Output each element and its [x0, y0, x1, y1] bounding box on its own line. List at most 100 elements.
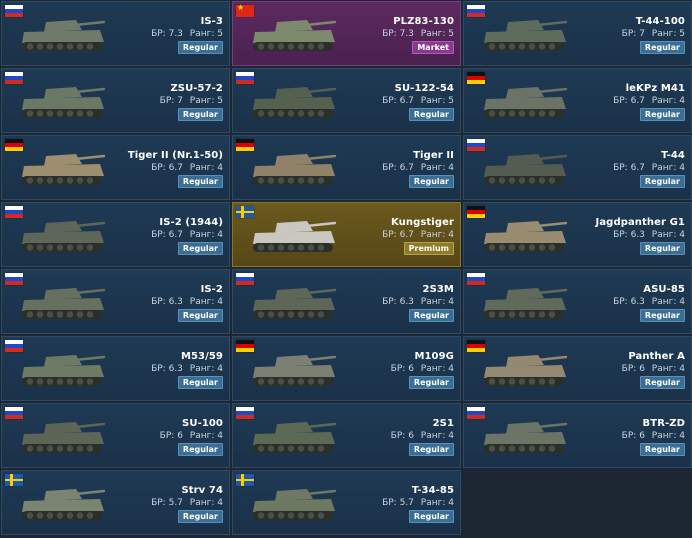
- vehicle-name: PLZ83-130: [393, 16, 454, 27]
- rank-value: 4: [448, 498, 454, 508]
- br-value: 6.7: [168, 163, 183, 173]
- vehicle-card-3[interactable]: ZSU-57-2 БР: 7 Ранг: 5 Regular: [1, 68, 230, 133]
- vehicle-card-4[interactable]: SU-122-54 БР: 6.7 Ранг: 5 Regular: [232, 68, 461, 133]
- vehicle-type-badge: Regular: [639, 108, 685, 121]
- br-label: БР:: [382, 297, 397, 307]
- tank-icon: [22, 489, 106, 520]
- rank-label: Ранг:: [651, 230, 677, 240]
- rank-label: Ранг:: [420, 431, 446, 441]
- vehicle-card-12[interactable]: IS-2 БР: 6.3 Ранг: 4 Regular: [1, 269, 230, 334]
- vehicle-name: Kungstiger: [390, 217, 454, 228]
- tank-icon: [22, 20, 106, 51]
- vehicle-card-10[interactable]: Kungstiger БР: 6.7 Ранг: 4 Premium: [232, 202, 461, 267]
- vehicle-name: T-44-100: [635, 16, 685, 27]
- vehicle-card-9[interactable]: IS-2 (1944) БР: 6.7 Ранг: 4 Regular: [1, 202, 230, 267]
- br-label: БР:: [151, 297, 166, 307]
- tank-icon: [484, 288, 568, 319]
- vehicle-type-badge: Regular: [177, 376, 223, 389]
- vehicle-card-5[interactable]: leKPz M41 БР: 6.7 Ранг: 4 Regular: [463, 68, 692, 133]
- vehicle-card-19[interactable]: 2S1 БР: 6 Ранг: 4 Regular: [232, 403, 461, 468]
- vehicle-name: Tiger II: [413, 150, 454, 161]
- vehicle-name: IS-2 (1944): [159, 217, 223, 228]
- rank-value: 4: [679, 96, 685, 106]
- vehicle-name: T-34-85: [411, 485, 454, 496]
- vehicle-stats: БР: 6.7 Ранг: 4: [613, 96, 685, 106]
- rank-label: Ранг:: [420, 163, 446, 173]
- vehicle-type-badge: Regular: [177, 510, 223, 523]
- vehicle-card-13[interactable]: 2S3M БР: 6.3 Ранг: 4 Regular: [232, 269, 461, 334]
- rank-value: 5: [217, 96, 223, 106]
- vehicle-type-badge: Regular: [639, 309, 685, 322]
- vehicle-type-badge: Regular: [408, 443, 454, 456]
- vehicle-stats: БР: 7 Ранг: 5: [160, 96, 223, 106]
- tank-icon: [22, 422, 106, 453]
- vehicle-card-1[interactable]: PLZ83-130 БР: 7.3 Ранг: 5 Market: [232, 1, 461, 66]
- br-label: БР:: [382, 498, 397, 508]
- vehicle-type-badge: Regular: [408, 309, 454, 322]
- rank-value: 4: [217, 431, 223, 441]
- vehicle-card-8[interactable]: T-44 БР: 6.7 Ранг: 4 Regular: [463, 135, 692, 200]
- br-value: 6: [408, 431, 414, 441]
- rank-value: 4: [217, 230, 223, 240]
- rank-value: 4: [679, 230, 685, 240]
- vehicle-card-6[interactable]: Tiger II (Nr.1-50) БР: 6.7 Ранг: 4 Regul…: [1, 135, 230, 200]
- vehicle-stats: БР: 6.3 Ранг: 4: [382, 297, 454, 307]
- rank-value: 4: [679, 431, 685, 441]
- tank-icon: [253, 288, 337, 319]
- rank-label: Ранг:: [651, 297, 677, 307]
- vehicle-name: Tiger II (Nr.1-50): [127, 150, 223, 161]
- tank-icon: [22, 288, 106, 319]
- vehicle-card-7[interactable]: Tiger II БР: 6.7 Ранг: 4 Regular: [232, 135, 461, 200]
- br-value: 6.3: [630, 297, 645, 307]
- rank-value: 5: [217, 29, 223, 39]
- rank-value: 4: [217, 364, 223, 374]
- vehicle-card-15[interactable]: M53/59 БР: 6.3 Ранг: 4 Regular: [1, 336, 230, 401]
- br-label: БР:: [382, 163, 397, 173]
- vehicle-card-0[interactable]: IS-3 БР: 7.3 Ранг: 5 Regular: [1, 1, 230, 66]
- tank-icon: [22, 87, 106, 118]
- vehicle-card-21[interactable]: Strv 74 БР: 5.7 Ранг: 4 Regular: [1, 470, 230, 535]
- rank-label: Ранг:: [420, 230, 446, 240]
- br-label: БР:: [151, 364, 166, 374]
- vehicle-name: M53/59: [180, 351, 223, 362]
- vehicle-name: Panther A: [628, 351, 685, 362]
- vehicle-name: SU-100: [182, 418, 223, 429]
- rank-value: 4: [679, 364, 685, 374]
- rank-value: 5: [679, 29, 685, 39]
- vehicle-type-badge: Regular: [639, 175, 685, 188]
- rank-value: 4: [679, 163, 685, 173]
- rank-value: 5: [448, 29, 454, 39]
- br-value: 6: [639, 364, 645, 374]
- br-label: БР:: [159, 431, 175, 441]
- vehicle-card-18[interactable]: SU-100 БР: 6 Ранг: 4 Regular: [1, 403, 230, 468]
- vehicle-card-16[interactable]: M109G БР: 6 Ранг: 4 Regular: [232, 336, 461, 401]
- vehicle-type-badge: Regular: [408, 510, 454, 523]
- rank-value: 4: [679, 297, 685, 307]
- vehicle-card-11[interactable]: Jagdpanther G1 БР: 6.3 Ранг: 4 Regular: [463, 202, 692, 267]
- br-value: 6: [639, 431, 645, 441]
- vehicle-type-badge: Regular: [177, 175, 223, 188]
- vehicle-card-22[interactable]: T-34-85 БР: 5.7 Ранг: 4 Regular: [232, 470, 461, 535]
- rank-label: Ранг:: [651, 431, 677, 441]
- vehicle-card-2[interactable]: T-44-100 БР: 7 Ранг: 5 Regular: [463, 1, 692, 66]
- br-value: 6.3: [168, 364, 183, 374]
- vehicle-card-17[interactable]: Panther A БР: 6 Ранг: 4 Regular: [463, 336, 692, 401]
- vehicle-card-14[interactable]: ASU-85 БР: 6.3 Ранг: 4 Regular: [463, 269, 692, 334]
- tank-icon: [253, 422, 337, 453]
- rank-value: 4: [217, 498, 223, 508]
- br-label: БР:: [613, 230, 628, 240]
- br-label: БР:: [621, 364, 637, 374]
- vehicle-card-20[interactable]: BTR-ZD БР: 6 Ранг: 4 Regular: [463, 403, 692, 468]
- br-value: 6.7: [630, 163, 645, 173]
- rank-value: 4: [448, 163, 454, 173]
- vehicle-type-badge: Regular: [408, 175, 454, 188]
- br-label: БР:: [151, 29, 166, 39]
- tank-icon: [484, 20, 568, 51]
- br-value: 6: [177, 431, 183, 441]
- vehicle-type-badge: Regular: [177, 242, 223, 255]
- vehicle-stats: БР: 6.7 Ранг: 4: [613, 163, 685, 173]
- rank-label: Ранг:: [651, 163, 677, 173]
- vehicle-name: BTR-ZD: [642, 418, 685, 429]
- vehicle-stats: БР: 6 Ранг: 4: [160, 431, 223, 441]
- vehicle-name: 2S1: [432, 418, 454, 429]
